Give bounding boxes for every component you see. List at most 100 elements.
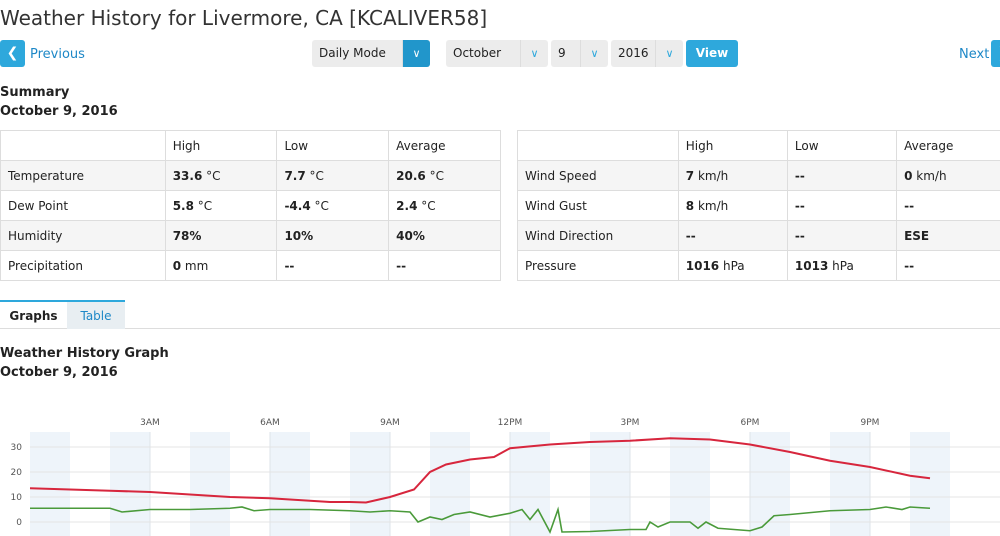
x-tick-label: 12PM: [498, 418, 523, 428]
value: 5.8: [172, 198, 194, 213]
tab-graphs[interactable]: Graphs: [0, 300, 67, 329]
table-row: Wind Speed 7 km/h -- 0 km/h: [517, 160, 1000, 191]
weather-history-chart: 3AM 6AM 9AM 12PM 3PM 6PM 9PM 0 10 20 30: [11, 418, 1000, 536]
mode-select[interactable]: Daily Mode ∨: [312, 40, 430, 67]
hour-band: [590, 432, 630, 536]
value: 7.7: [284, 168, 306, 183]
chevron-down-icon: ∨: [655, 40, 683, 67]
value: --: [685, 228, 696, 243]
value: --: [284, 258, 295, 273]
month-value: October: [453, 46, 502, 60]
unit: °C: [421, 198, 436, 213]
next-arrow-button[interactable]: ❯: [991, 40, 1000, 67]
cell-value: --: [786, 220, 898, 251]
value: --: [794, 198, 805, 213]
row-label: Temperature: [0, 160, 166, 191]
row-label: Wind Speed: [517, 160, 679, 191]
cell-value: 7.7 °C: [276, 160, 390, 191]
value: --: [904, 258, 915, 273]
value: 40%: [396, 228, 425, 243]
summary-table-left: High Low Average Temperature 33.6 °C 7.7 °C 20…: [0, 130, 501, 281]
value: 20.6: [396, 168, 426, 183]
cell-value: 33.6 °C: [164, 160, 278, 191]
chevron-down-icon: ∨: [402, 40, 430, 67]
value: 1013: [794, 258, 829, 273]
cell-value: 1016 hPa: [677, 250, 788, 281]
x-tick-label: 6AM: [260, 418, 280, 428]
tab-table[interactable]: Table: [67, 300, 125, 329]
row-label: Dew Point: [0, 190, 166, 221]
column-header: High: [164, 130, 278, 161]
page-title: Weather History for Livermore, CA [KCALI…: [0, 6, 488, 30]
y-tick-label: 10: [11, 493, 23, 503]
view-button[interactable]: View: [686, 40, 738, 67]
graph-heading: Weather History Graph October 9, 2016: [0, 344, 169, 382]
summary-title: Summary: [0, 85, 70, 100]
cell-value: 0 mm: [164, 250, 278, 281]
previous-link[interactable]: Previous: [30, 47, 85, 62]
value: 33.6: [172, 168, 203, 183]
day-select[interactable]: 9 ∨: [551, 40, 608, 67]
mode-value: Daily Mode: [319, 46, 386, 60]
cell-value: --: [896, 190, 1000, 221]
cell-value: 7 km/h: [677, 160, 788, 191]
unit: °C: [206, 168, 221, 183]
cell-value: --: [388, 250, 501, 281]
row-label: Precipitation: [0, 250, 166, 281]
chevron-down-icon: ∨: [520, 40, 548, 67]
unit: °C: [197, 198, 213, 213]
x-tick-label: 9PM: [861, 418, 880, 428]
day-value: 9: [558, 46, 566, 60]
previous-arrow-button[interactable]: ❮: [0, 40, 25, 67]
cell-value: -4.4 °C: [276, 190, 390, 221]
unit: °C: [309, 168, 324, 183]
column-header: Low: [786, 130, 898, 161]
unit: °C: [314, 198, 329, 213]
value: --: [396, 258, 407, 273]
cell-value: --: [786, 160, 898, 191]
y-tick-label: 20: [11, 468, 23, 478]
chevron-down-icon: ∨: [580, 40, 608, 67]
column-header: Low: [276, 130, 390, 161]
value: 10%: [284, 228, 314, 243]
x-tick-label: 9AM: [380, 418, 400, 428]
cell-value: --: [276, 250, 390, 281]
value: 78%: [172, 228, 202, 243]
table-row: Humidity 78% 10% 40%: [0, 220, 501, 251]
table-row: Dew Point 5.8 °C -4.4 °C 2.4 °C: [0, 190, 501, 221]
year-select[interactable]: 2016 ∨: [611, 40, 683, 67]
column-header: Average: [388, 130, 501, 161]
unit: mm: [184, 258, 209, 273]
table-row: Pressure 1016 hPa 1013 hPa --: [517, 250, 1000, 281]
unit: km/h: [697, 198, 729, 213]
month-select[interactable]: October ∨: [446, 40, 548, 67]
cell-value: --: [786, 190, 898, 221]
column-header: Average: [896, 130, 1000, 161]
hour-band: [830, 432, 870, 536]
year-value: 2016: [618, 46, 649, 60]
next-link[interactable]: Next: [959, 47, 989, 62]
dew-point-line: [30, 506, 931, 534]
cell-value: 10%: [276, 220, 390, 251]
row-label: Humidity: [0, 220, 166, 251]
value: 2.4: [396, 198, 418, 213]
unit: hPa: [722, 258, 745, 273]
temperature-line: [29, 437, 931, 504]
hour-band: [350, 432, 390, 536]
cell-value: 8 km/h: [677, 190, 788, 221]
table-row: Temperature 33.6 °C 7.7 °C 20.6 °C: [0, 160, 501, 191]
hour-band: [270, 432, 310, 536]
y-tick-label: 30: [11, 443, 23, 453]
y-tick-label: 0: [16, 518, 22, 528]
value: 8: [685, 198, 695, 213]
column-header: [517, 130, 679, 161]
unit: °C: [429, 168, 444, 183]
graph-title: Weather History Graph: [0, 346, 169, 361]
value: ESE: [904, 228, 930, 243]
cell-value: 40%: [388, 220, 501, 251]
cell-value: 78%: [164, 220, 278, 251]
column-header: High: [677, 130, 788, 161]
value: -4.4: [284, 198, 311, 213]
table-row: Wind Direction -- -- ESE: [517, 220, 1000, 251]
column-header: [0, 130, 166, 161]
